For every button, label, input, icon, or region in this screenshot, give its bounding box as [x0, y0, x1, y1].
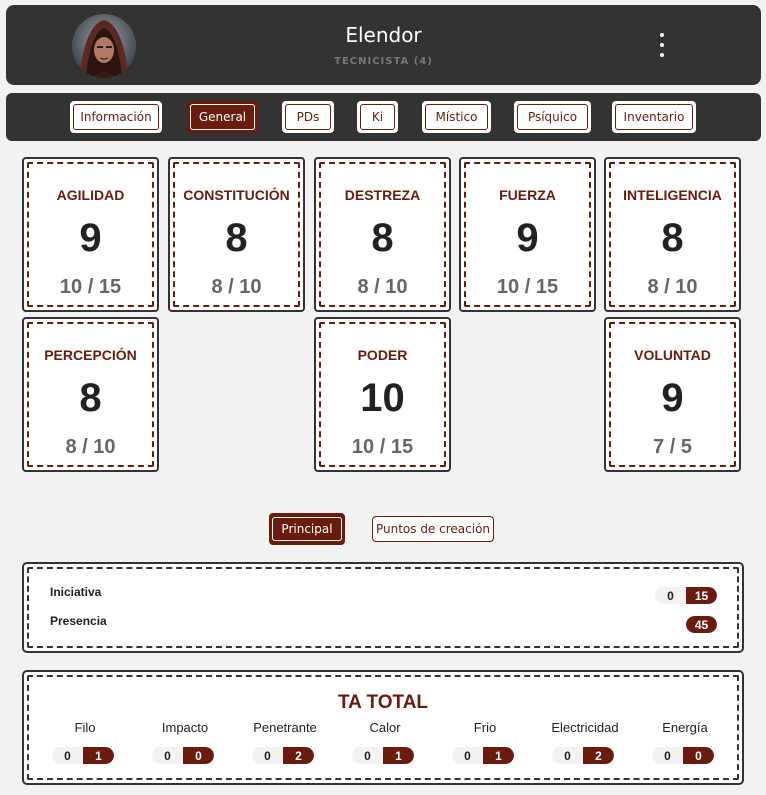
attribute-label: DESTREZA	[344, 187, 421, 203]
ta-base: 0	[152, 747, 183, 764]
tab-label: Información	[73, 104, 159, 130]
attribute-ratio: 8 / 10	[647, 276, 698, 298]
attribute-value: 8	[371, 216, 394, 260]
tab-general[interactable]: General	[187, 101, 258, 133]
ta-value-pill: 0 1	[52, 747, 114, 764]
attribute-label: INTELIGENCIA	[623, 187, 722, 203]
tab-informacion[interactable]: Información	[70, 101, 162, 133]
tab-label: Místico	[425, 104, 488, 130]
tab-pds[interactable]: PDs	[282, 101, 334, 133]
section-tab-bar: Información General PDs Ki Místico Psíqu…	[6, 93, 761, 141]
tab-label: General	[190, 104, 255, 130]
attribute-card-inteligencia: INTELIGENCIA 8 8 / 10	[604, 157, 741, 312]
attribute-value: 8	[79, 376, 102, 420]
iniciativa-total: 15	[686, 587, 717, 604]
tab-psiquico[interactable]: Psíquico	[514, 101, 591, 133]
ta-total: 1	[83, 747, 114, 764]
attribute-value: 9	[79, 216, 102, 260]
ta-base: 0	[352, 747, 383, 764]
ta-base: 0	[52, 747, 83, 764]
principal-panel: Iniciativa 0 15 Presencia 45	[22, 562, 744, 653]
ta-base: 0	[552, 747, 583, 764]
attribute-ratio: 8 / 10	[65, 436, 116, 458]
tab-ki[interactable]: Ki	[357, 101, 398, 133]
attribute-value: 9	[516, 216, 539, 260]
attribute-ratio: 7 / 5	[653, 436, 692, 458]
attribute-card-constitucion: CONSTITUCIÓN 8 8 / 10	[168, 157, 305, 312]
ta-total: 1	[383, 747, 414, 764]
attribute-ratio: 8 / 10	[357, 276, 408, 298]
attribute-card-destreza: DESTREZA 8 8 / 10	[314, 157, 451, 312]
attribute-value: 9	[661, 376, 684, 420]
attribute-value: 10	[360, 376, 405, 420]
ta-total: 2	[283, 747, 314, 764]
iniciativa-base: 0	[655, 587, 686, 604]
subtab-puntos-de-creacion[interactable]: Puntos de creación	[372, 516, 494, 542]
attribute-label: AGILIDAD	[56, 187, 125, 203]
attribute-card-voluntad: VOLUNTAD 9 7 / 5	[604, 317, 741, 472]
tab-label: Psíquico	[517, 104, 588, 130]
ta-value-pill: 0 1	[452, 747, 514, 764]
ta-base: 0	[252, 747, 283, 764]
presencia-label: Presencia	[50, 614, 107, 628]
attribute-label: CONSTITUCIÓN	[183, 187, 290, 203]
attribute-value: 8	[661, 216, 684, 260]
subtab-label: Puntos de creación	[375, 522, 491, 536]
attribute-ratio: 10 / 15	[351, 436, 414, 458]
ta-value-pill: 0 2	[252, 747, 314, 764]
presencia-value-pill: 45	[686, 616, 717, 633]
ta-value-pill: 0 1	[352, 747, 414, 764]
tab-mistico[interactable]: Místico	[422, 101, 491, 133]
subtab-principal[interactable]: Principal	[269, 513, 345, 545]
ta-total: 0	[183, 747, 214, 764]
presencia-total: 45	[686, 616, 717, 633]
ta-base: 0	[452, 747, 483, 764]
iniciativa-value-pill: 0 15	[655, 587, 717, 604]
tab-inventario[interactable]: Inventario	[612, 101, 696, 133]
ta-value-pill: 0 0	[652, 747, 714, 764]
character-name: Elendor	[345, 23, 422, 47]
ta-value-pill: 0 0	[152, 747, 214, 764]
attribute-ratio: 8 / 10	[211, 276, 262, 298]
attribute-card-agilidad: AGILIDAD 9 10 / 15	[22, 157, 159, 312]
attribute-ratio: 10 / 15	[59, 276, 122, 298]
attribute-label: PERCEPCIÓN	[44, 347, 137, 363]
ta-label: Energía	[662, 720, 708, 735]
attribute-card-poder: PODER 10 10 / 15	[314, 317, 451, 472]
ta-base: 0	[652, 747, 683, 764]
ta-total: 2	[583, 747, 614, 764]
attribute-label: VOLUNTAD	[634, 347, 711, 363]
attribute-card-percepcion: PERCEPCIÓN 8 8 / 10	[22, 317, 159, 472]
attribute-card-fuerza: FUERZA 9 10 / 15	[459, 157, 596, 312]
subtab-label: Principal	[272, 517, 342, 541]
attribute-value: 8	[225, 216, 248, 260]
tab-label: PDs	[285, 104, 331, 130]
tab-label: Ki	[360, 104, 395, 130]
character-header: Elendor TECNICISTA (4)	[6, 5, 761, 85]
attribute-label: FUERZA	[499, 187, 556, 203]
tab-label: Inventario	[615, 104, 693, 130]
ta-total: 1	[483, 747, 514, 764]
iniciativa-label: Iniciativa	[50, 585, 102, 599]
attribute-label: PODER	[357, 347, 408, 363]
kebab-menu-icon[interactable]	[656, 33, 668, 57]
ta-total-panel: TA TOTAL Filo 0 1 Impacto 0 0 Penetrante…	[22, 670, 744, 785]
ta-total-title: TA TOTAL	[337, 692, 429, 713]
ta-value-pill: 0 2	[552, 747, 614, 764]
character-class: TECNICISTA (4)	[334, 56, 433, 67]
ta-total: 0	[683, 747, 714, 764]
attribute-ratio: 10 / 15	[496, 276, 559, 298]
